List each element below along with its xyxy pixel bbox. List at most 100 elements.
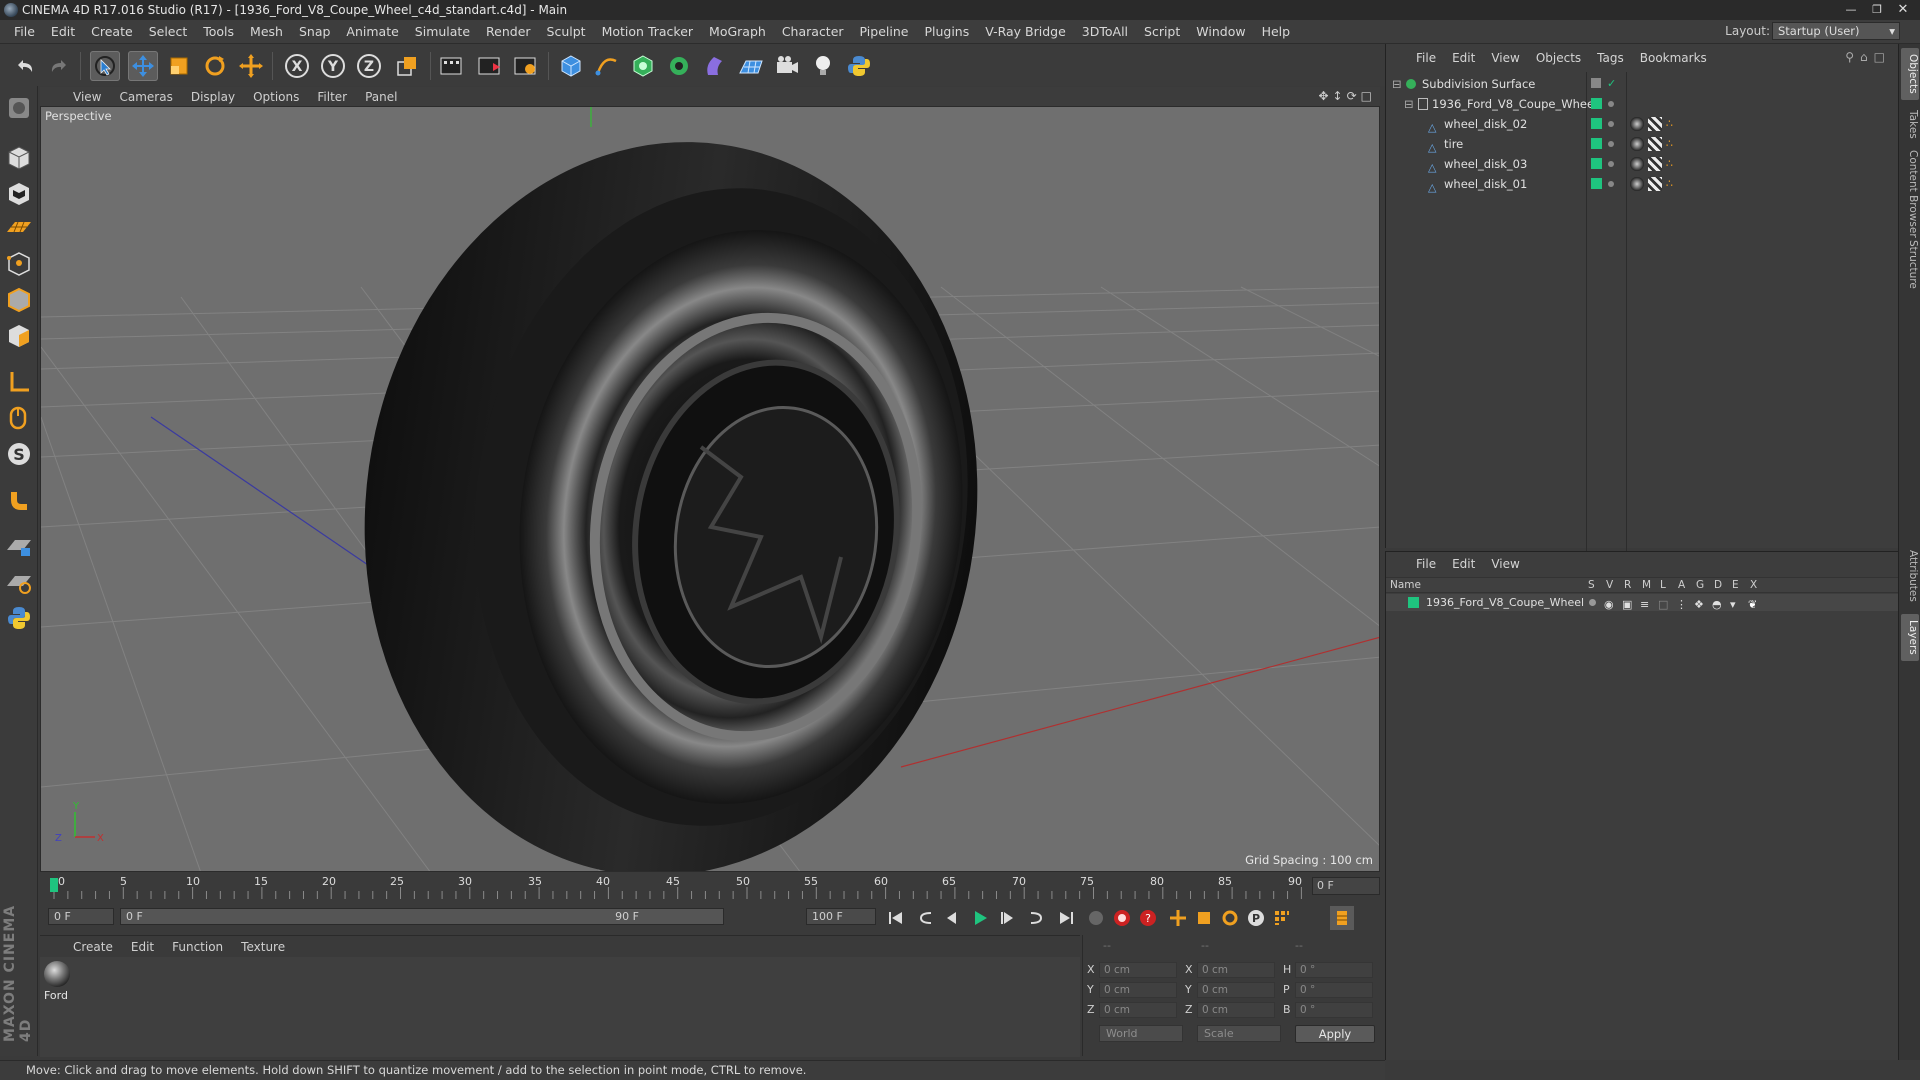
menu-character[interactable]: Character: [774, 24, 852, 39]
pos-z-field[interactable]: 0 cm: [1099, 1002, 1177, 1018]
material-tag-icon[interactable]: [1630, 177, 1644, 191]
layer-swatch[interactable]: [1591, 118, 1602, 129]
viewport-menu-panel[interactable]: Panel: [356, 90, 406, 104]
object-row[interactable]: △ wheel_disk_01 ∴: [1386, 174, 1899, 194]
om-search-home-icons[interactable]: ⚲⌂□: [1845, 50, 1891, 64]
expressions-toggle-icon[interactable]: ▾: [1730, 596, 1736, 613]
key-rotation-icon[interactable]: [1218, 906, 1242, 930]
menu-file[interactable]: File: [6, 24, 43, 39]
edges-mode-icon[interactable]: [3, 284, 35, 316]
edit-render-settings-icon[interactable]: [510, 51, 540, 81]
layer-swatch[interactable]: [1591, 78, 1601, 88]
go-to-start-icon[interactable]: [884, 906, 908, 930]
pos-x-field[interactable]: 0 cm: [1099, 962, 1177, 978]
object-row[interactable]: ⊟ 1936_Ford_V8_Coupe_Wheel: [1386, 94, 1899, 114]
menu-animate[interactable]: Animate: [338, 24, 406, 39]
z-axis-icon[interactable]: Z: [354, 51, 384, 81]
collapse-toggle[interactable]: ⊟: [1404, 94, 1414, 114]
array-icon[interactable]: [664, 51, 694, 81]
deformers-toggle-icon[interactable]: ◓: [1712, 596, 1722, 613]
pan-icon[interactable]: ✥: [1318, 89, 1328, 103]
points-mode-icon[interactable]: [3, 248, 35, 280]
workplane-icon[interactable]: [3, 212, 35, 244]
render-view-icon[interactable]: [436, 51, 466, 81]
render-toggle-icon[interactable]: ▣: [1622, 596, 1632, 613]
playhead[interactable]: [50, 878, 58, 892]
python-generator-icon[interactable]: [3, 602, 35, 634]
collapse-toggle[interactable]: ⊟: [1392, 74, 1402, 94]
rotate-icon[interactable]: [200, 51, 230, 81]
menu-sculpt[interactable]: Sculpt: [539, 24, 594, 39]
viewport-menu-cameras[interactable]: Cameras: [110, 90, 181, 104]
x-axis-icon[interactable]: X: [282, 51, 312, 81]
light-icon[interactable]: [808, 51, 838, 81]
object-row[interactable]: △ tire ∴: [1386, 134, 1899, 154]
size-mode-select[interactable]: Scale: [1197, 1025, 1281, 1042]
layer-swatch[interactable]: [1591, 158, 1602, 169]
layer-row[interactable]: 1936_Ford_V8_Coupe_Wheel ◉ ▣ ≡ □ ⋮ ❖ ◓ ▾…: [1386, 594, 1899, 611]
subdivision-surface-icon[interactable]: [628, 51, 658, 81]
key-parameter-icon[interactable]: P: [1244, 906, 1268, 930]
autokey-icon[interactable]: ?: [1136, 906, 1160, 930]
rot-p-field[interactable]: 0 °: [1295, 982, 1373, 998]
previous-frame-icon[interactable]: [940, 906, 964, 930]
menu-motion-tracker[interactable]: Motion Tracker: [594, 24, 701, 39]
move-icon[interactable]: [128, 51, 158, 81]
end-frame-field[interactable]: 100 F: [806, 908, 876, 925]
dolly-icon[interactable]: ↕: [1333, 89, 1343, 103]
maximize-viewport-icon[interactable]: □: [1361, 89, 1372, 103]
last-tool-icon[interactable]: [236, 51, 266, 81]
menu-simulate[interactable]: Simulate: [407, 24, 478, 39]
layer-swatch[interactable]: [1591, 98, 1602, 109]
lm-menu-edit[interactable]: Edit: [1444, 557, 1483, 571]
om-menu-tags[interactable]: Tags: [1589, 51, 1632, 65]
menu-script[interactable]: Script: [1136, 24, 1188, 39]
animation-toggle-icon[interactable]: ⋮: [1676, 596, 1687, 613]
camera-icon[interactable]: [772, 51, 802, 81]
visibility-dot[interactable]: [1608, 101, 1614, 107]
tab-attributes[interactable]: Attributes: [1901, 544, 1919, 608]
menu-edit[interactable]: Edit: [43, 24, 83, 39]
render-picture-viewer-icon[interactable]: [474, 51, 504, 81]
play-icon[interactable]: [968, 906, 992, 930]
menu-pipeline[interactable]: Pipeline: [852, 24, 917, 39]
make-editable-icon[interactable]: [3, 92, 35, 124]
uvw-tag-icon[interactable]: [1648, 137, 1662, 151]
redo-icon[interactable]: [44, 51, 74, 81]
key-point-level-icon[interactable]: [1270, 906, 1294, 930]
size-x-field[interactable]: 0 cm: [1197, 962, 1275, 978]
next-frame-icon[interactable]: [996, 906, 1020, 930]
viewport-menu-filter[interactable]: Filter: [308, 90, 356, 104]
menu-mograph[interactable]: MoGraph: [701, 24, 774, 39]
xref-toggle-icon[interactable]: ❦: [1748, 596, 1757, 613]
material-tag-icon[interactable]: [1630, 157, 1644, 171]
record-icon[interactable]: [1110, 906, 1134, 930]
object-row[interactable]: △ wheel_disk_02 ∴: [1386, 114, 1899, 134]
tweak-icon[interactable]: [3, 402, 35, 434]
uvw-tag-icon[interactable]: [1648, 117, 1662, 131]
model-mode-icon[interactable]: [3, 142, 35, 174]
om-menu-objects[interactable]: Objects: [1528, 51, 1589, 65]
pen-spline-icon[interactable]: [592, 51, 622, 81]
menu-help[interactable]: Help: [1254, 24, 1299, 39]
viewport-menu-display[interactable]: Display: [182, 90, 244, 104]
uvw-tag-icon[interactable]: [1648, 157, 1662, 171]
floor-icon[interactable]: [736, 51, 766, 81]
phong-tag-icon[interactable]: ∴: [1666, 117, 1680, 131]
apply-button[interactable]: Apply: [1295, 1025, 1375, 1043]
wheel-model[interactable]: [318, 107, 1024, 872]
maximize-button[interactable]: ❐: [1864, 1, 1890, 17]
coordinate-system-icon[interactable]: [392, 51, 422, 81]
rot-h-field[interactable]: 0 °: [1295, 962, 1373, 978]
om-menu-file[interactable]: File: [1408, 51, 1444, 65]
grid-snap-icon[interactable]: [3, 566, 35, 598]
previous-key-icon[interactable]: [914, 906, 938, 930]
phong-tag-icon[interactable]: ∴: [1666, 157, 1680, 171]
generators-toggle-icon[interactable]: ❖: [1694, 596, 1704, 613]
polygons-mode-icon[interactable]: [3, 320, 35, 352]
rot-b-field[interactable]: 0 °: [1295, 1002, 1373, 1018]
visibility-dot[interactable]: [1608, 181, 1614, 187]
close-button[interactable]: ✕: [1890, 1, 1916, 17]
menu-3dtoall[interactable]: 3DToAll: [1074, 24, 1136, 39]
enabled-check-icon[interactable]: ✓: [1607, 74, 1616, 94]
